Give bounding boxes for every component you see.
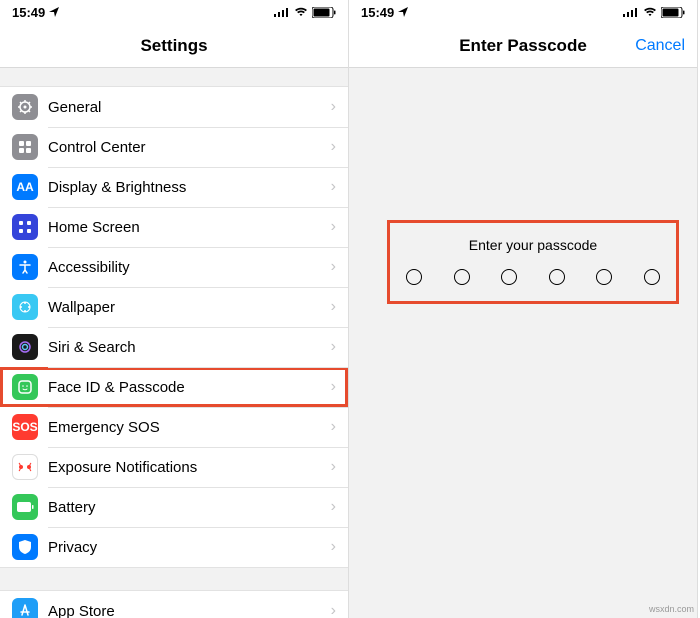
passcode-dot — [644, 269, 660, 285]
settings-screen: 15:49 Settings General›Control Center›AA… — [0, 0, 349, 618]
row-label: Wallpaper — [48, 299, 331, 316]
settings-list[interactable]: General›Control Center›AADisplay & Brigh… — [0, 68, 348, 618]
settings-row-emergency-sos[interactable]: SOS Emergency SOS› — [0, 407, 348, 447]
passcode-content: Enter your passcode — [349, 68, 697, 618]
accessibility-icon — [12, 254, 38, 280]
navbar: Settings — [0, 24, 348, 68]
row-label: General — [48, 99, 331, 116]
page-title: Enter Passcode — [459, 36, 587, 56]
chevron-right-icon: › — [331, 602, 336, 618]
row-label: Home Screen — [48, 219, 331, 236]
app-store-icon — [12, 598, 38, 618]
settings-row-siri-search[interactable]: Siri & Search› — [0, 327, 348, 367]
row-label: Control Center — [48, 139, 331, 156]
status-bar: 15:49 — [0, 0, 348, 24]
settings-row-exposure-notifications[interactable]: Exposure Notifications› — [0, 447, 348, 487]
display-brightness-icon: AA — [12, 174, 38, 200]
passcode-dots — [400, 269, 666, 285]
settings-row-home-screen[interactable]: Home Screen› — [0, 207, 348, 247]
battery-icon — [661, 7, 685, 18]
row-label: Emergency SOS — [48, 419, 331, 436]
battery-icon — [12, 494, 38, 520]
siri-search-icon — [12, 334, 38, 360]
chevron-right-icon: › — [331, 538, 336, 556]
general-icon — [12, 94, 38, 120]
signal-icon — [274, 7, 290, 17]
emergency-sos-icon: SOS — [12, 414, 38, 440]
watermark: wsxdn.com — [649, 604, 694, 614]
exposure-notifications-icon — [12, 454, 38, 480]
status-time: 15:49 — [12, 5, 45, 20]
chevron-right-icon: › — [331, 298, 336, 316]
home-screen-icon — [12, 214, 38, 240]
chevron-right-icon: › — [331, 418, 336, 436]
status-bar: 15:49 — [349, 0, 697, 24]
settings-row-general[interactable]: General› — [0, 87, 348, 127]
navbar: Enter Passcode Cancel — [349, 24, 697, 68]
chevron-right-icon: › — [331, 258, 336, 276]
chevron-right-icon: › — [331, 378, 336, 396]
battery-icon — [312, 7, 336, 18]
chevron-right-icon: › — [331, 218, 336, 236]
wallpaper-icon — [12, 294, 38, 320]
passcode-prompt: Enter your passcode — [400, 237, 666, 253]
row-label: Display & Brightness — [48, 179, 331, 196]
settings-row-battery[interactable]: Battery› — [0, 487, 348, 527]
wifi-icon — [643, 7, 657, 17]
page-title: Settings — [140, 36, 207, 56]
privacy-icon — [12, 534, 38, 560]
control-center-icon — [12, 134, 38, 160]
chevron-right-icon: › — [331, 458, 336, 476]
location-icon — [49, 7, 59, 17]
passcode-dot — [406, 269, 422, 285]
settings-row-display-brightness[interactable]: AA Display & Brightness› — [0, 167, 348, 207]
row-label: Siri & Search — [48, 339, 331, 356]
passcode-dot — [501, 269, 517, 285]
settings-row-privacy[interactable]: Privacy› — [0, 527, 348, 567]
settings-row-wallpaper[interactable]: Wallpaper› — [0, 287, 348, 327]
passcode-entry[interactable]: Enter your passcode — [387, 220, 679, 304]
row-label: Exposure Notifications — [48, 459, 331, 476]
chevron-right-icon: › — [331, 138, 336, 156]
settings-row-accessibility[interactable]: Accessibility› — [0, 247, 348, 287]
settings-row-app-store[interactable]: App Store› — [0, 591, 348, 618]
chevron-right-icon: › — [331, 98, 336, 116]
status-time: 15:49 — [361, 5, 394, 20]
row-label: Battery — [48, 499, 331, 516]
wifi-icon — [294, 7, 308, 17]
row-label: Face ID & Passcode — [48, 379, 331, 396]
passcode-dot — [549, 269, 565, 285]
passcode-dot — [454, 269, 470, 285]
chevron-right-icon: › — [331, 338, 336, 356]
cancel-button[interactable]: Cancel — [635, 37, 685, 55]
settings-row-face-id-passcode[interactable]: Face ID & Passcode› — [0, 367, 348, 407]
row-label: App Store — [48, 603, 331, 618]
passcode-screen: 15:49 Enter Passcode Cancel Enter your p… — [349, 0, 698, 618]
settings-row-control-center[interactable]: Control Center› — [0, 127, 348, 167]
row-label: Accessibility — [48, 259, 331, 276]
row-label: Privacy — [48, 539, 331, 556]
chevron-right-icon: › — [331, 498, 336, 516]
passcode-dot — [596, 269, 612, 285]
chevron-right-icon: › — [331, 178, 336, 196]
signal-icon — [623, 7, 639, 17]
face-id-passcode-icon — [12, 374, 38, 400]
location-icon — [398, 7, 408, 17]
